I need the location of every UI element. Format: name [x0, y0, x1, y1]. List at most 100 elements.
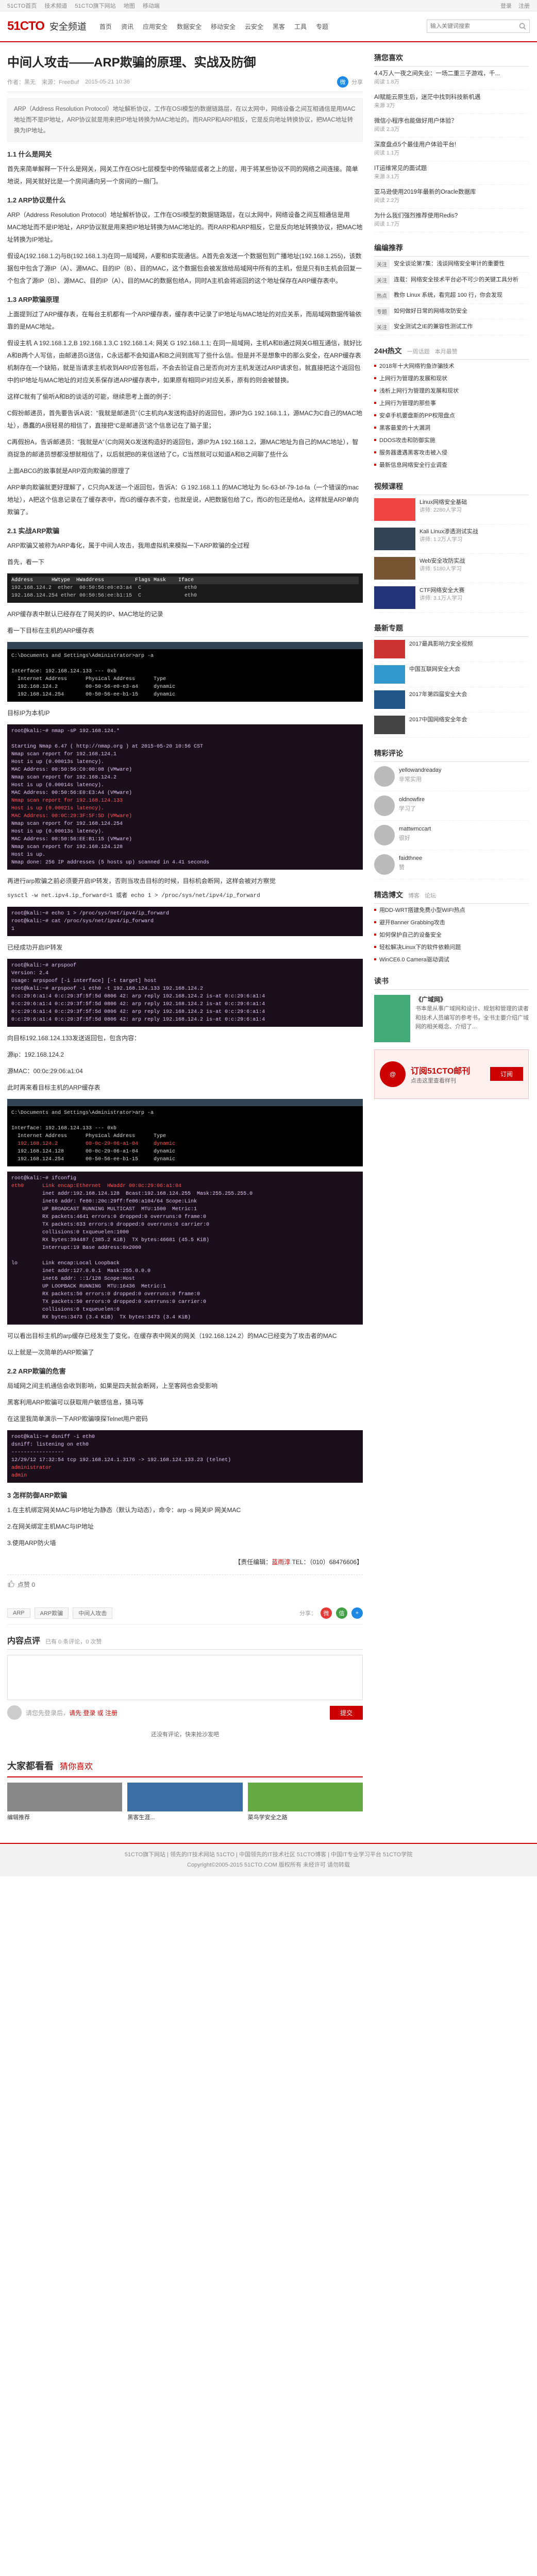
recommend-card[interactable]: 黑客生涯... — [127, 1783, 243, 1822]
list-item[interactable]: 上网行为管理的发展和现状 — [374, 372, 529, 384]
article-source[interactable]: 来源：FreeBuf — [42, 78, 79, 86]
editor-name-link[interactable]: 蓝雨淳 — [272, 1558, 290, 1566]
login-link[interactable]: 登录 — [500, 3, 512, 9]
list-item[interactable]: 安卓手机要盘斯的PP权限盘点 — [374, 409, 529, 421]
everyone-subtitle[interactable]: 猜你喜欢 — [60, 1759, 93, 1772]
nav-item[interactable]: 移动安全 — [206, 22, 240, 31]
share-label[interactable]: 分享 — [351, 78, 363, 86]
weibo-share-icon[interactable]: 微 — [321, 1607, 332, 1619]
channel-title[interactable]: 安全频道 — [49, 20, 87, 33]
comment-empty-hint[interactable]: 还没有评论，快来抢沙发吧 — [7, 1730, 363, 1738]
tab-week[interactable]: 一周话题 — [407, 347, 430, 355]
list-item[interactable]: 如何保护自己的设备安全 — [374, 928, 529, 941]
list-item[interactable]: 专题 如何做好日常的网络攻防安全 — [374, 304, 529, 320]
tab-24h[interactable]: 24H热文 — [374, 346, 402, 356]
list-item[interactable]: 最新信息网络安全行业调查 — [374, 459, 529, 471]
thumbs-up-icon[interactable] — [7, 1580, 14, 1589]
list-item[interactable]: 用DD-WRT搭建免费小型WIFI热点 — [374, 904, 529, 916]
course-item[interactable]: CTF网络安全大赛 讲师: 3.1万人学习 — [374, 583, 529, 613]
subscribe-promo[interactable]: @ 订阅51CTO邮刊 点击这里查看样刊 订阅 — [374, 1049, 529, 1099]
top-link-sites[interactable]: 51CTO旗下网站 — [75, 3, 115, 9]
nav-item[interactable]: 应用安全 — [138, 22, 172, 31]
top-link-map[interactable]: 地图 — [124, 3, 135, 9]
list-item[interactable]: 深度盘点5个最佳用户体验平台! 阅读 1.1万 — [374, 138, 529, 161]
nav-item[interactable]: 专题 — [311, 22, 333, 31]
nav-item[interactable]: 资讯 — [116, 22, 138, 31]
list-item[interactable]: 上网行为管理的那些事 — [374, 397, 529, 409]
terminal-nmap: root@kali:~# nmap -sP 192.168.124.* Star… — [7, 724, 363, 870]
tab-month[interactable]: 本月最赞 — [435, 347, 458, 355]
search-icon[interactable] — [516, 20, 529, 32]
nav-item[interactable]: 工具 — [290, 22, 311, 31]
list-item[interactable]: 亚马逊使用2019年最新的Oracle数据库 阅读 2.2万 — [374, 185, 529, 209]
comment-item[interactable]: oldnowfire 学习了 — [374, 791, 529, 821]
recommend-card[interactable]: 编辑推荐 — [7, 1783, 123, 1822]
tag-item[interactable]: ARP — [7, 1608, 30, 1618]
tag-item[interactable]: 中间人攻击 — [73, 1607, 113, 1619]
nav-item[interactable]: 首页 — [95, 22, 116, 31]
list-item[interactable]: 黑客最爱的十大漏洞 — [374, 421, 529, 434]
everyone-title: 大家都看看 — [7, 1761, 54, 1772]
tab-forum[interactable]: 论坛 — [425, 891, 436, 900]
list-item[interactable]: 浅析上网行为管理的发展和现状 — [374, 384, 529, 397]
list-item[interactable]: 关注 连载：网络安全技术平台必不可少的关键工具分析 — [374, 273, 529, 289]
like-count[interactable]: 点赞 0 — [18, 1580, 35, 1589]
register-link[interactable]: 注册 — [518, 3, 530, 9]
topic-item[interactable]: 中国互联网安全大会 — [374, 662, 529, 687]
list-item[interactable]: 微信小程序也能做好用户体验？ 阅读 2.3万 — [374, 114, 529, 138]
nav-item[interactable]: 云安全 — [240, 22, 268, 31]
topic-item[interactable]: 2017最具影响力安全视频 — [374, 637, 529, 662]
pick-list: 用DD-WRT搭建免费小型WIFI热点 避开Banner Grabbing攻击 … — [374, 904, 529, 965]
comment-item[interactable]: mattwmccart 很好 — [374, 821, 529, 850]
list-item[interactable]: 2018年十大网络钓鱼诈骗技术 — [374, 360, 529, 372]
book-item[interactable]: 《广域网》 书本是从事广域网和设计、规划和管理的读者和技术人员编写的参考书，全书主… — [374, 994, 529, 1042]
paragraph: ARP（Address Resolution Protocol）地址解析协议，工… — [7, 211, 363, 244]
footer-links[interactable]: 51CTO旗下网站 | 领先的IT技术网站 51CTO | 中国领先的IT技术社… — [7, 1850, 530, 1860]
course-item[interactable]: Linux网络安全基础 讲师: 2280人学习 — [374, 495, 529, 524]
list-item[interactable]: 轻松解决Linux下的软件依赖问题 — [374, 941, 529, 953]
terminal-line: dsniff: listening on eth0 — [11, 1442, 89, 1448]
list-item[interactable]: 避开Banner Grabbing攻击 — [374, 916, 529, 928]
list-item[interactable]: 4.4万人一夜之间失业：一场二重三子游戏，千... 阅读 1.8万 — [374, 66, 529, 90]
comment-item[interactable]: yellowandreaday 非常实用 — [374, 762, 529, 791]
search-input[interactable] — [427, 20, 516, 32]
sidebar: 猜您喜欢 4.4万人一夜之间失业：一场二重三子游戏，千... 阅读 1.8万 AI… — [374, 42, 529, 1822]
list-item[interactable]: DDOS攻击和防御实施 — [374, 434, 529, 446]
subscribe-button[interactable]: 订阅 — [490, 1067, 523, 1081]
submit-comment-button[interactable]: 提交 — [329, 1705, 363, 1720]
comment-textarea[interactable] — [7, 1655, 363, 1701]
list-item[interactable]: 服务器遭遇黑客攻击被入侵 — [374, 446, 529, 459]
more-share-icon[interactable]: + — [351, 1607, 363, 1619]
list-item[interactable]: AI赋能云原生后，迷茫中找到科技新机遇 来源 3万 — [374, 90, 529, 114]
wechat-share-icon[interactable]: 信 — [336, 1607, 347, 1619]
topic-item[interactable]: 2017中国网络安全年会 — [374, 713, 529, 738]
top-link-home[interactable]: 51CTO首页 — [7, 3, 37, 9]
weibo-icon[interactable]: 微 — [337, 76, 348, 88]
top-link-mobile[interactable]: 移动端 — [143, 3, 160, 9]
site-logo[interactable]: 51CTO — [7, 19, 45, 33]
terminal-line: Host is up (0.00013s latency). — [11, 759, 105, 766]
login-link[interactable]: 请先 登录 或 注册 — [69, 1709, 118, 1717]
tag-item[interactable]: ARP欺骗 — [34, 1607, 69, 1619]
list-item[interactable]: 关注 安全谈论第7集：浅谈网络安全审计的重要性 — [374, 257, 529, 273]
nav-item[interactable]: 黑客 — [268, 22, 290, 31]
course-item[interactable]: Kali Linux渗透测试实战 讲师: 1.2万人学习 — [374, 524, 529, 554]
tab-blog[interactable]: 博客 — [408, 891, 419, 900]
section-heading: 3 怎样防御ARP欺骗 — [7, 1492, 68, 1500]
list-item[interactable]: 为什么我们强烈推荐使用Redis? 阅读 1.7万 — [374, 209, 529, 232]
comment-item[interactable]: faidthnee 赞 — [374, 850, 529, 879]
recommend-card[interactable]: 菜鸟学安全之路 — [247, 1783, 363, 1822]
footer-copyright: Copyright©2005-2015 51CTO.COM 版权所有 未经许可 … — [187, 1861, 350, 1868]
item-title: 连载：网络安全技术平台必不可少的关键工具分析 — [394, 276, 518, 283]
list-item[interactable]: 关注 安全测试之IE的兼容性测试工作 — [374, 319, 529, 335]
course-item[interactable]: Web安全攻防实战 讲师: 5180人学习 — [374, 554, 529, 583]
top-link-channels[interactable]: 技术频道 — [44, 3, 67, 9]
list-item[interactable]: 热点 教你 Linux 系统，看完超 100 行，你会发现 — [374, 288, 529, 304]
terminal-line: TX packets:633 errors:0 dropped:0 overru… — [11, 1222, 210, 1228]
list-item[interactable]: WinCE6.0 Camera驱动调试 — [374, 953, 529, 965]
topic-item[interactable]: 2017年第四届安全大会 — [374, 687, 529, 713]
terminal-line: 192.168.124.254 00-50-56-ee-b1-15 dynami… — [11, 692, 176, 698]
nav-item[interactable]: 数据安全 — [172, 22, 206, 31]
article-author[interactable]: 作者：黑无 — [7, 78, 36, 86]
list-item[interactable]: IT运维常见的面试题 来源 3.1万 — [374, 161, 529, 185]
